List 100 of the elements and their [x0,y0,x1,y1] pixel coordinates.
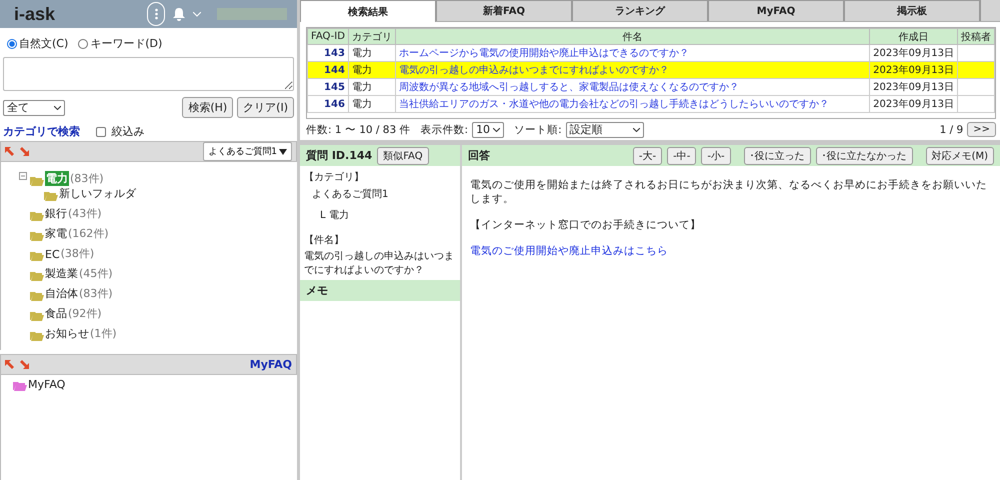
subject-label: 【件名】 [304,234,345,247]
tree-item[interactable]: 銀行(43件) [19,201,297,221]
per-page-select[interactable]: 10 [472,122,504,138]
tree-item[interactable]: 製造業(45件) [19,261,297,281]
answer-button[interactable]: ･役に立った [744,146,811,164]
item-count: (45件) [79,266,113,281]
question-input[interactable] [3,57,294,91]
per-page-label: 表示件数: [420,122,468,136]
table-cell: 2023年09月13日 [870,96,958,112]
search-mode-radio[interactable]: キーワード(D) [78,36,162,51]
faq-title-link[interactable]: 電気の引っ越しの申込みはいつまでにすればよいのですか？ [395,62,870,78]
narrow-checkbox[interactable]: 絞込み [96,124,144,139]
result-count: 件数: 1 〜 10 / 83 件 [306,122,411,136]
tab[interactable]: 新着FAQ [436,0,572,21]
folder-label: 家電 [45,226,67,241]
folder-label: EC [45,248,60,261]
more-button[interactable] [147,2,165,26]
folder-icon [13,381,27,391]
answer-link[interactable]: 電気のご使用開始や廃止申込みはこちら [470,245,668,257]
table-cell: 電力 [348,78,396,96]
expand-icon[interactable] [20,360,29,369]
faq-title-link[interactable]: ホームページから電気の使用開始や廃止申込はできるのですか？ [395,44,870,62]
tab[interactable]: 検索結果 [300,0,436,22]
answer-button[interactable]: -小- [701,146,731,164]
category-path: よくあるご質問1 [311,188,390,201]
folder-icon [30,331,44,341]
faq-title-link[interactable]: 当社供給エリアのガス・水道や他の電力会社などの引っ越し手続きはどうしたらいいのですか？ [395,96,870,112]
answer-button[interactable]: 対応メモ(M) [926,146,994,164]
folder-icon [30,251,44,261]
collapse-icon[interactable] [5,360,14,369]
folder-icon [30,291,44,301]
tab[interactable]: MyFAQ [708,0,844,21]
column-header: FAQ-ID [308,28,348,44]
tree-item[interactable]: EC(38件) [19,241,297,261]
tree-item[interactable]: 電力 (83件) [19,166,297,186]
answer-button[interactable]: -中- [667,146,696,164]
answer-button[interactable]: ･役に立たなかった [816,146,913,164]
myfaq-title: MyFAQ [250,358,292,371]
sort-label: ソート順: [514,122,562,136]
collapse-icon[interactable] [5,147,14,156]
table-cell: 145 [308,78,348,96]
tree-item[interactable]: 自治体(83件) [19,281,297,301]
clear-button[interactable]: クリア(I) [237,97,294,118]
category-path: L 電力 [319,208,350,222]
tree-item[interactable]: MyFAQ [13,379,297,391]
chevron-down-icon [54,106,61,110]
table-cell: 2023年09月13日 [870,62,958,78]
item-count: (92件) [68,306,102,321]
folder-icon [30,176,44,186]
sort-select[interactable]: 設定順 [566,122,644,138]
question-title: 質問 ID.144 [306,148,372,163]
similar-faq-button[interactable]: 類似FAQ [377,146,429,164]
page-indicator: 1 / 9 [940,124,964,136]
table-cell: 146 [308,96,348,112]
tree-item[interactable]: お知らせ(1件) [19,321,297,341]
chevron-down-icon [632,128,640,132]
tree-item[interactable]: 食品(92件) [19,301,297,321]
item-count: (38件) [60,246,94,261]
search-button[interactable]: 検索(H) [182,97,234,118]
folder-label: 銀行 [45,206,67,221]
item-count: (1件) [90,326,117,341]
answer-text: 電気のご使用を開始または終了されるお日にちがお決まり次第、なるべくお早めにお手続きをお願いいたします。 [470,178,988,206]
memo-label: メモ [306,283,328,298]
answer-text: 【インターネット窓口でのお手続きについて】 [470,218,702,232]
tree-item[interactable]: 家電(162件) [19,221,297,241]
category-search-link[interactable]: カテゴリで検索 [3,124,80,139]
folder-label: 製造業 [45,266,78,281]
next-page-button[interactable]: >> [967,122,996,137]
folder-icon [30,271,44,281]
faq-title-link[interactable]: 周波数が異なる地域へ引っ越しすると、家電製品は使えなくなるのですか？ [395,78,870,96]
table-cell: 電力 [348,62,396,78]
triangle-down-icon [279,148,287,154]
answer-title: 回答 [468,148,490,163]
chevron-down-icon[interactable] [193,12,201,16]
tab[interactable]: ランキング [572,0,708,21]
expand-icon[interactable] [20,147,29,156]
folder-label: お知らせ [45,326,89,341]
column-header: 投稿者 [958,28,994,44]
item-count: (162件) [68,226,109,241]
tab-bar-background [980,0,1000,21]
folder-label: 自治体 [45,286,78,301]
tab[interactable]: 掲示板 [844,0,980,21]
table-cell: 電力 [348,44,396,62]
item-count: (43件) [68,206,102,221]
answer-button[interactable]: -大- [632,146,662,164]
more-icon [154,8,158,20]
chevron-down-icon [493,128,500,132]
logo: i-ask [14,4,56,24]
folder-label: 新しいフォルダ [59,186,136,201]
folder-icon [44,191,58,201]
tree-item[interactable]: 新しいフォルダ [19,186,297,201]
search-mode-radio[interactable]: 自然文(C) [7,36,68,51]
column-header: カテゴリ [348,28,396,44]
minus-box-icon[interactable] [19,172,27,180]
item-count: (83件) [70,171,104,186]
bell-icon[interactable] [173,8,185,20]
table-cell: 2023年09月13日 [870,78,958,96]
scope-select[interactable]: 全て [3,100,65,116]
faq-group-dropdown[interactable]: よくあるご質問1 [203,142,292,161]
table-cell: 2023年09月13日 [870,44,958,62]
